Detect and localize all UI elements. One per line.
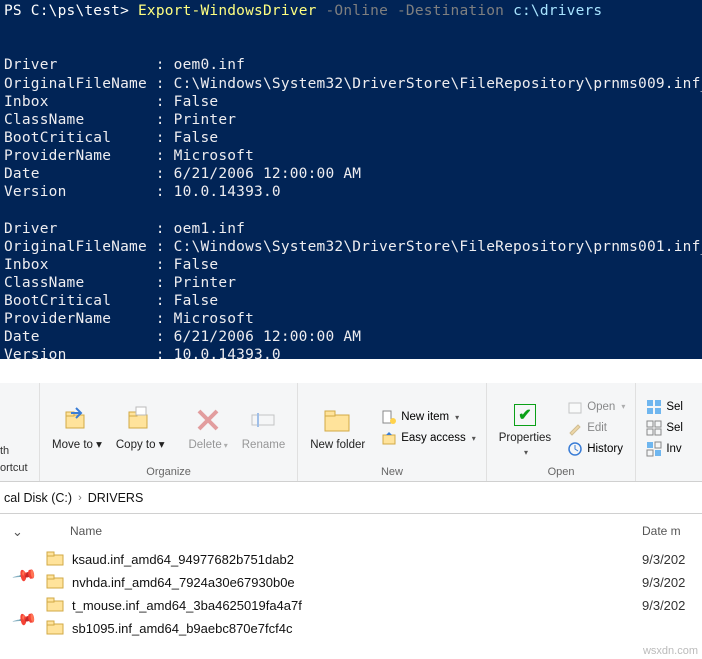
- open-button[interactable]: Open▾: [563, 397, 629, 417]
- pin-column: ⌄ 📌 📌: [0, 514, 42, 640]
- ribbon-group-new: New folder New item▾ Easy access▾ New: [298, 383, 487, 481]
- ribbon-group-select: Sel Sel Inv: [636, 383, 693, 481]
- easy-access-button[interactable]: Easy access▾: [377, 428, 480, 448]
- file-date: 9/3/202: [642, 552, 702, 567]
- select-none-button[interactable]: Sel: [642, 418, 687, 438]
- list-item[interactable]: ksaud.inf_amd64_94977682b751dab29/3/202: [42, 548, 702, 571]
- breadcrumb-folder[interactable]: DRIVERS: [88, 491, 144, 505]
- list-item[interactable]: sb1095.inf_amd64_b9aebc870e7fcf4c: [42, 617, 702, 640]
- select-all-button[interactable]: Sel: [642, 397, 687, 417]
- watermark: wsxdn.com: [643, 645, 698, 657]
- ps-output-block: Driver : oem0.inf OriginalFileName : C:\…: [4, 57, 702, 200]
- ribbon-label-open: Open: [493, 464, 630, 481]
- move-to-icon: [63, 405, 91, 435]
- delete-button[interactable]: Delete▾: [182, 399, 233, 452]
- easy-access-icon: [381, 430, 397, 446]
- breadcrumb-disk[interactable]: cal Disk (C:): [4, 491, 72, 505]
- file-date: 9/3/202: [642, 575, 702, 590]
- ribbon-label-organize: Organize: [46, 464, 291, 481]
- copy-to-icon: [126, 405, 154, 435]
- list-item[interactable]: nvhda.inf_amd64_7924a30e67930b0e9/3/202: [42, 571, 702, 594]
- folder-icon: [46, 619, 64, 638]
- chevron-down-icon[interactable]: ⌄: [12, 524, 42, 550]
- folder-icon: [46, 550, 64, 569]
- edit-icon: [567, 420, 583, 436]
- pin-icon[interactable]: 📌: [7, 562, 46, 601]
- file-date: 9/3/202: [642, 598, 702, 613]
- history-button[interactable]: History: [563, 439, 629, 459]
- breadcrumb-separator-icon: ›: [78, 492, 82, 504]
- ps-prompt: PS C:\ps\test>: [4, 3, 138, 19]
- powershell-window: PS C:\ps\test> Export-WindowsDriver -Onl…: [0, 0, 702, 359]
- list-header[interactable]: Name Date m: [42, 514, 702, 548]
- open-icon: [567, 399, 583, 415]
- list-item[interactable]: t_mouse.inf_amd64_3ba4625019fa4a7f9/3/20…: [42, 594, 702, 617]
- rename-button[interactable]: Rename: [236, 399, 291, 452]
- select-all-icon: [646, 399, 662, 415]
- delete-icon: [195, 407, 221, 433]
- new-folder-button[interactable]: New folder: [304, 399, 371, 452]
- breadcrumb[interactable]: cal Disk (C:) › DRIVERS: [0, 482, 702, 514]
- file-name: t_mouse.inf_amd64_3ba4625019fa4a7f: [72, 598, 642, 613]
- explorer-ribbon: th ortcut Move to ▾ Copy to ▾: [0, 383, 702, 482]
- ps-param-online: -Online: [326, 3, 389, 19]
- column-name[interactable]: Name: [70, 524, 642, 538]
- folder-icon: [46, 573, 64, 592]
- file-name: ksaud.inf_amd64_94977682b751dab2: [72, 552, 642, 567]
- invert-selection-icon: [646, 441, 662, 457]
- rename-icon: [250, 407, 276, 433]
- copy-to-button[interactable]: Copy to ▾: [110, 399, 171, 452]
- new-item-button[interactable]: New item▾: [377, 407, 480, 427]
- properties-icon: ✔: [514, 404, 536, 426]
- ribbon-group-open: ✔ Properties▾ Open▾ Edit History Ope: [487, 383, 637, 481]
- file-listing: ⌄ 📌 📌 Name Date m ksaud.inf_amd64_949776…: [0, 514, 702, 640]
- column-date[interactable]: Date m: [642, 524, 702, 538]
- file-name: sb1095.inf_amd64_b9aebc870e7fcf4c: [72, 621, 642, 636]
- ribbon-group-organize: Move to ▾ Copy to ▾ Delete▾ Rename: [40, 383, 298, 481]
- ps-arg-path: c:\drivers: [513, 3, 602, 19]
- move-to-button[interactable]: Move to ▾: [46, 399, 108, 452]
- pin-icon[interactable]: 📌: [7, 606, 46, 645]
- ps-command: Export-WindowsDriver: [138, 3, 317, 19]
- edit-button[interactable]: Edit: [563, 418, 629, 438]
- ps-output-block: Driver : oem1.inf OriginalFileName : C:\…: [4, 221, 702, 360]
- ribbon-left-fragment: th ortcut: [0, 383, 40, 481]
- ribbon-label-new: New: [304, 464, 480, 481]
- invert-selection-button[interactable]: Inv: [642, 439, 687, 459]
- select-none-icon: [646, 420, 662, 436]
- file-name: nvhda.inf_amd64_7924a30e67930b0e: [72, 575, 642, 590]
- new-item-icon: [381, 409, 397, 425]
- new-folder-icon: [322, 405, 354, 435]
- properties-button[interactable]: ✔ Properties▾: [493, 392, 557, 458]
- history-icon: [567, 441, 583, 457]
- folder-icon: [46, 596, 64, 615]
- ps-param-destination: -Destination: [397, 3, 504, 19]
